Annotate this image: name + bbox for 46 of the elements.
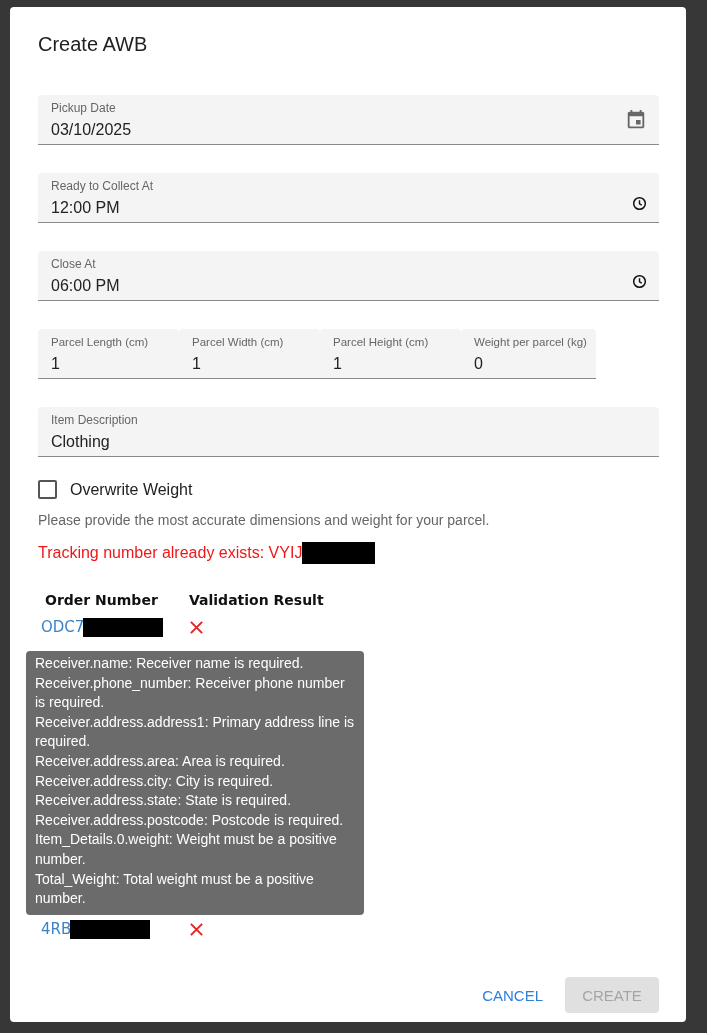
- field-label: Weight per parcel (kg): [474, 334, 588, 349]
- checkbox[interactable]: [38, 480, 57, 499]
- input-field[interactable]: Weight per parcel (kg) 0: [461, 329, 596, 379]
- input-field[interactable]: Ready to Collect At 12:00 PM: [38, 173, 659, 223]
- column-header: Validation Result: [189, 592, 324, 608]
- dialog-title: Create AWB: [38, 33, 149, 56]
- field-value: 1: [192, 353, 202, 374]
- field-label: Parcel Width (cm): [192, 334, 285, 349]
- tooltip-text: Item_Details.0.weight: Weight must be a positive number.: [35, 830, 338, 869]
- field-value: Clothing: [51, 431, 111, 452]
- input-field[interactable]: Item Description Clothing: [38, 407, 659, 457]
- tooltip-text: Total_Weight: Total weight must be a positive number.: [35, 869, 315, 909]
- tooltip-text: Receiver.name: Receiver name is required.: [35, 654, 305, 673]
- field-label: Ready to Collect At: [51, 178, 155, 193]
- helper-text: Please provide the most accurate dimensions and weight for your parcel.: [38, 512, 491, 528]
- tooltip-text: Receiver.address.area: Area is required.: [35, 751, 286, 771]
- clock-icon[interactable]: [632, 196, 647, 211]
- field-value: 1: [333, 353, 343, 374]
- input-field[interactable]: Close At 06:00 PM: [38, 251, 659, 301]
- field-value: 1: [51, 353, 61, 374]
- field-value: 0: [474, 353, 484, 374]
- order-link[interactable]: 4RB: [41, 920, 72, 938]
- tooltip-text: Receiver.address.postcode: Postcode is required.: [35, 810, 345, 830]
- tooltip-text: Receiver.address.city: City is required.: [35, 771, 275, 791]
- calendar-icon[interactable]: [625, 108, 647, 131]
- order-link[interactable]: ODC7: [41, 618, 85, 636]
- field-value: 06:00 PM: [51, 275, 121, 296]
- field-label: Parcel Height (cm): [333, 334, 430, 349]
- input-field[interactable]: Parcel Length (cm) 1: [38, 329, 179, 379]
- field-label: Parcel Length (cm): [51, 334, 150, 349]
- clock-icon[interactable]: [632, 274, 647, 289]
- input-field[interactable]: Parcel Height (cm) 1: [320, 329, 461, 379]
- input-field[interactable]: Parcel Width (cm) 1: [179, 329, 320, 379]
- tooltip-text: Receiver.address.address1: Primary address line is required.: [35, 712, 356, 752]
- tooltip-text: Receiver.phone_number: Receiver phone number is required.: [35, 673, 346, 713]
- input-field[interactable]: Pickup Date 03/10/2025: [38, 95, 659, 145]
- column-header: Order Number: [45, 592, 159, 608]
- dialog-button[interactable]: CANCEL: [472, 977, 553, 1013]
- field-value: 03/10/2025: [51, 119, 133, 140]
- checkbox-label: Overwrite Weight: [70, 480, 193, 499]
- field-value: 12:00 PM: [51, 197, 121, 218]
- field-label: Pickup Date: [51, 100, 117, 115]
- error-message: Tracking number already exists: VYIJ: [38, 544, 303, 562]
- field-label: Item Description: [51, 412, 139, 427]
- tooltip-text: Receiver.address.state: State is required.: [35, 791, 293, 811]
- field-label: Close At: [51, 256, 97, 271]
